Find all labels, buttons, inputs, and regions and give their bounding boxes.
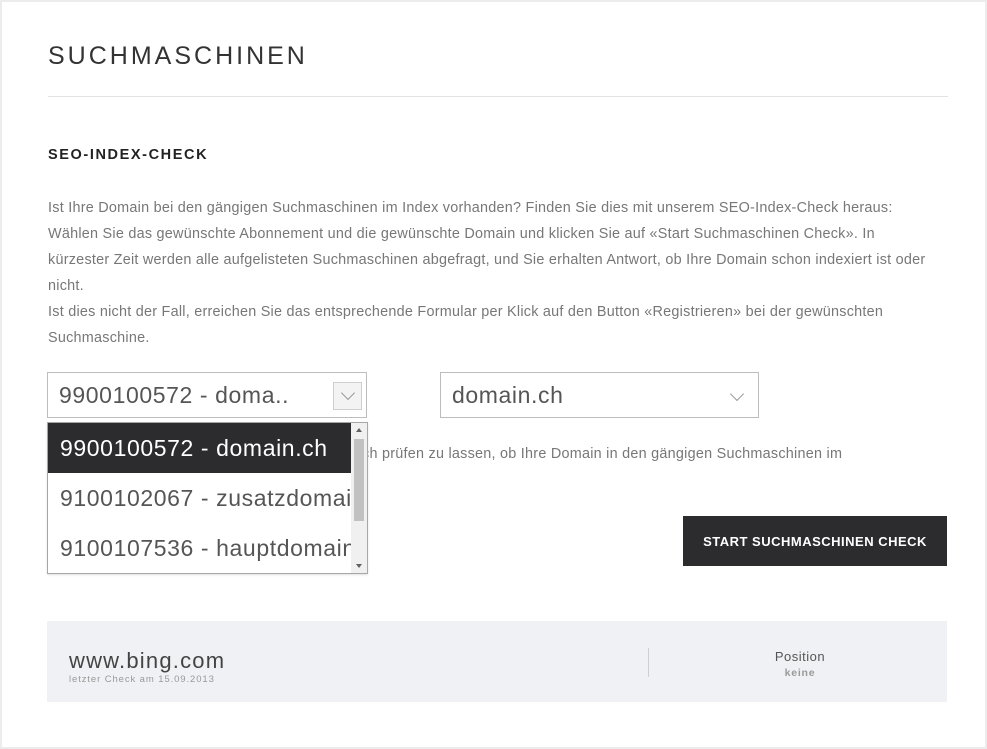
scroll-down-arrow-icon[interactable] (356, 564, 362, 568)
subscription-select[interactable]: 9900100572 - doma.. (47, 372, 367, 418)
subscription-select-arrow-button[interactable] (333, 382, 362, 410)
dropdown-scrollbar[interactable] (351, 423, 367, 573)
last-check-date: letzter Check am 15.09.2013 (69, 674, 215, 685)
position-value: keine (784, 667, 816, 679)
domain-select-value: domain.ch (452, 382, 564, 408)
section-title: SEO-INDEX-CHECK (48, 147, 209, 163)
dropdown-option[interactable]: 9100107536 - hauptdomain (48, 523, 351, 573)
title-divider (48, 96, 948, 97)
domain-select[interactable]: domain.ch (440, 372, 759, 418)
intro-text: Ist Ihre Domain bei den gängigen Suchmas… (48, 195, 928, 351)
dropdown-option[interactable]: 9900100572 - domain.ch (48, 423, 351, 473)
page-container: SUCHMASCHINEN SEO-INDEX-CHECK Ist Ihre D… (2, 2, 985, 747)
search-engine-name: www.bing.com (69, 648, 226, 673)
subscription-dropdown-list[interactable]: 9900100572 - domain.ch 9100102067 - zusa… (47, 422, 368, 574)
search-engine-result-card: www.bing.com letzter Check am 15.09.2013… (47, 621, 947, 702)
check-hint-text: ch prüfen zu lassen, ob Ihre Domain in d… (362, 446, 843, 462)
dropdown-option[interactable]: 9100102067 - zusatzdomain (48, 473, 351, 523)
start-search-engine-check-button[interactable]: START SUCHMASCHINEN CHECK (683, 516, 947, 566)
card-divider (648, 648, 649, 677)
page-title: SUCHMASCHINEN (48, 42, 308, 70)
chevron-down-icon (729, 386, 745, 402)
position-label: Position (774, 649, 826, 664)
scrollbar-thumb[interactable] (354, 439, 364, 521)
intro-paragraph-2: Ist dies nicht der Fall, erreichen Sie d… (48, 304, 884, 346)
chevron-down-icon (340, 385, 356, 401)
scroll-up-arrow-icon[interactable] (356, 428, 362, 432)
intro-paragraph-1: Ist Ihre Domain bei den gängigen Suchmas… (48, 200, 926, 294)
subscription-select-value: 9900100572 - doma.. (59, 382, 290, 408)
